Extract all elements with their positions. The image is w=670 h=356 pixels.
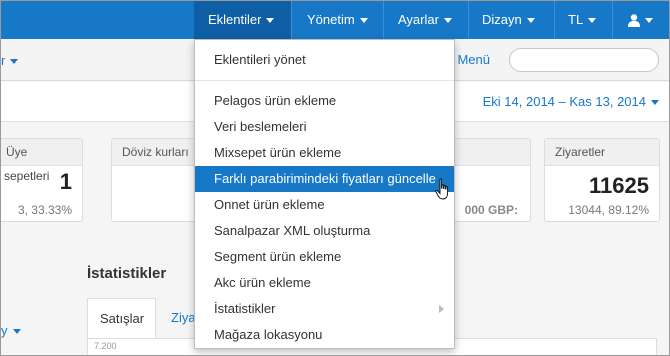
chevron-down-icon [526, 18, 535, 24]
card-members-value: 1 [59, 169, 72, 194]
menu-item-onnet[interactable]: Onnet ürün ekleme [195, 192, 454, 218]
nav-ayarlar-label: Ayarlar [398, 12, 439, 27]
chevron-down-icon [651, 100, 659, 106]
chevron-down-icon [359, 18, 368, 24]
menu-item-pelagos[interactable]: Pelagos ürün ekleme [195, 88, 454, 114]
nav-ayarlar[interactable]: Ayarlar [383, 1, 468, 39]
menu-item-currency-update[interactable]: Farklı parabirimindeki fiyatları güncell… [195, 166, 454, 192]
menu-item-segment[interactable]: Segment ürün ekleme [195, 244, 454, 270]
date-range-picker[interactable]: Eki 14, 2014 – Kas 13, 2014 [483, 94, 659, 109]
nav-currency[interactable]: TL [554, 1, 612, 39]
card-members-title: Üye [1, 139, 82, 166]
nav-yonetim[interactable]: Yönetim [291, 1, 383, 39]
user-icon [628, 14, 640, 28]
search-input[interactable] [509, 48, 659, 72]
menu-item-store-location[interactable]: Mağaza lokasyonu [195, 322, 454, 348]
menu-item-mixsepet[interactable]: Mixsepet ürün ekleme [195, 140, 454, 166]
nav-currency-label: TL [568, 12, 584, 27]
statistics-heading: İstatistikler [87, 265, 167, 282]
app-window: Eklentiler Yönetim Ayarlar Dizayn TL r m… [0, 0, 670, 356]
menu-item-istatistikler[interactable]: İstatistikler [195, 296, 454, 322]
chevron-right-icon [439, 305, 444, 313]
nav-eklentiler-label: Eklentiler [208, 12, 262, 27]
nav-yonetim-label: Yönetim [307, 12, 355, 27]
menu-divider [195, 80, 454, 81]
card-visits: Ziyaretler 11625 13044, 89.12% [544, 138, 660, 222]
date-range-label: Eki 14, 2014 – Kas 13, 2014 [482, 94, 646, 109]
menu-item-sanalpazar[interactable]: Sanalpazar XML oluşturma [195, 218, 454, 244]
nav-dizayn-label: Dizayn [482, 12, 522, 27]
nav-eklentiler[interactable]: Eklentiler [194, 1, 291, 39]
chart-tick-label: 7.200 [94, 341, 117, 351]
left-menu-label: r [1, 53, 6, 68]
left-menu-dropdown[interactable]: r [1, 53, 19, 68]
period-dropdown[interactable]: y [1, 323, 21, 338]
menu-item-istatistikler-label: İstatistikler [214, 301, 276, 316]
card-members-detail: 3, 33.33% [17, 203, 72, 217]
card-members: Üye sepetleri 1 3, 33.33% [1, 138, 83, 222]
card-visits-value: 11625 [589, 173, 649, 198]
menu-item-manage-plugins[interactable]: Eklentileri yönet [195, 47, 454, 73]
chevron-down-icon [443, 18, 452, 24]
top-navbar: Eklentiler Yönetim Ayarlar Dizayn TL [1, 1, 669, 39]
nav-user[interactable] [612, 1, 669, 39]
nav-dizayn[interactable]: Dizayn [468, 1, 554, 39]
chevron-down-icon [10, 59, 19, 65]
card-visits-detail: 13044, 89.12% [568, 203, 649, 217]
chevron-down-icon [588, 18, 597, 24]
hand-pointer-icon [435, 178, 449, 200]
chevron-down-icon [645, 18, 653, 24]
period-dropdown-label: y [1, 323, 8, 338]
menu-item-veri-beslemeleri[interactable]: Veri beslemeleri [195, 114, 454, 140]
chevron-down-icon [12, 329, 21, 335]
eklentiler-dropdown-menu: Eklentileri yönet Pelagos ürün ekleme Ve… [194, 39, 455, 349]
card-visits-title: Ziyaretler [545, 139, 659, 166]
card-members-sub: sepetleri [4, 169, 50, 183]
menu-item-akc[interactable]: Akc ürün ekleme [195, 270, 454, 296]
chevron-down-icon [266, 18, 275, 24]
tab-satislar[interactable]: Satışlar [87, 298, 156, 338]
card-currency-detail: 000 GBP: [464, 203, 518, 217]
